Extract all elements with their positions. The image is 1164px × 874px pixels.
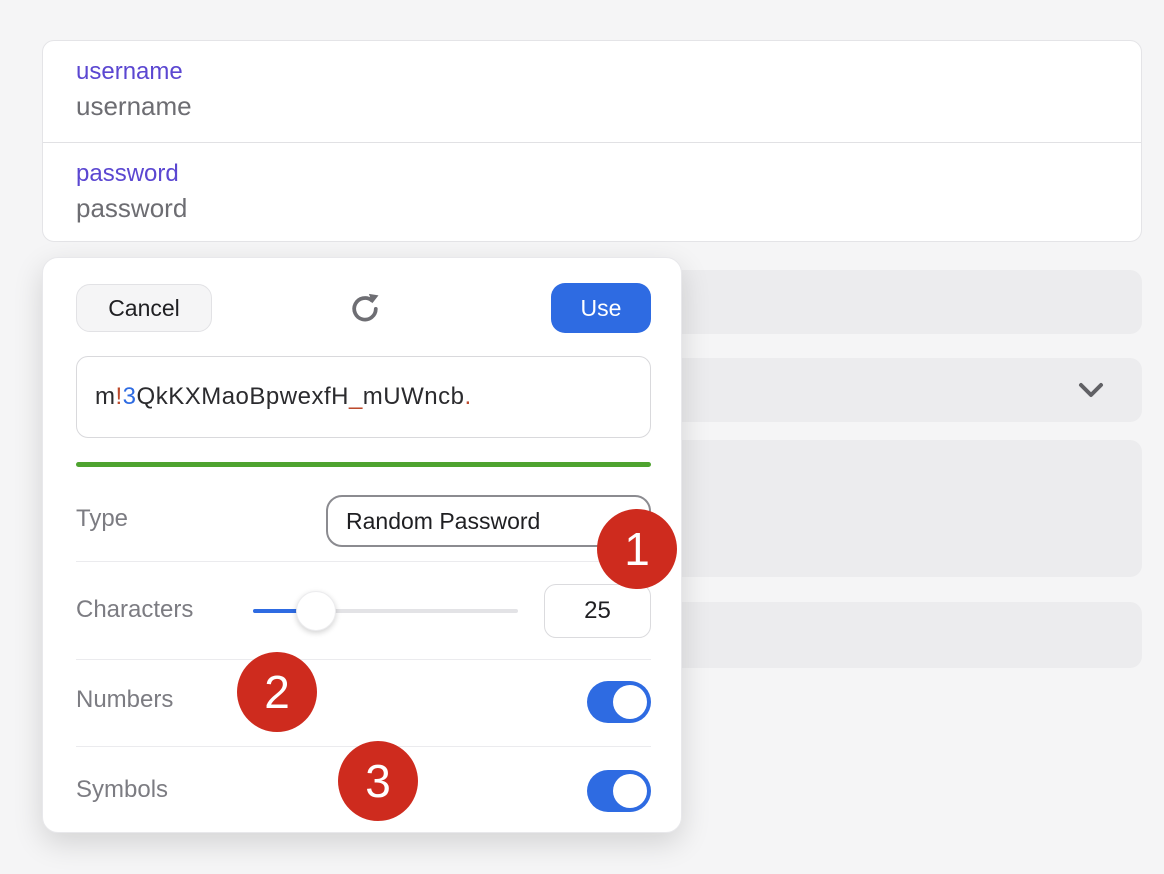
symbols-label: Symbols	[76, 776, 168, 804]
password-segment: mUWncb	[363, 383, 465, 411]
page-background: username username password password Canc…	[0, 0, 1164, 874]
username-suggestion-row[interactable]: username username	[43, 41, 1141, 142]
password-strength-bar	[76, 462, 651, 467]
symbols-toggle[interactable]	[587, 770, 651, 812]
type-label: Type	[76, 505, 128, 533]
row-separator	[76, 659, 651, 660]
password-segment-digit: 3	[123, 383, 137, 411]
slider-fill	[253, 609, 301, 613]
annotation-badge-3: 3	[338, 741, 418, 821]
credential-suggestion-card: username username password password	[42, 40, 1142, 242]
toggle-knob	[613, 685, 647, 719]
username-field-label: username	[76, 58, 183, 86]
password-suggestion-row[interactable]: password password	[43, 142, 1141, 242]
username-field-value: username	[76, 91, 192, 122]
password-segment-symbol: !	[116, 383, 123, 411]
generated-password-field[interactable]: m!3QkKXMaoBpwexfH_mUWncb.	[76, 356, 651, 438]
annotation-badge-2: 2	[237, 652, 317, 732]
numbers-label: Numbers	[76, 686, 173, 714]
password-segment-symbol: _	[349, 383, 363, 411]
characters-label: Characters	[76, 596, 193, 624]
cancel-button[interactable]: Cancel	[76, 284, 212, 332]
numbers-toggle[interactable]	[587, 681, 651, 723]
use-button[interactable]: Use	[551, 283, 651, 333]
row-separator	[76, 561, 651, 562]
password-segment: QkKXMaoBpwexfH	[137, 383, 349, 411]
password-segment: m	[95, 383, 116, 411]
characters-count-input[interactable]: 25	[544, 584, 651, 638]
password-field-value: password	[76, 193, 187, 224]
slider-knob[interactable]	[296, 591, 336, 631]
password-segment-symbol: .	[464, 383, 471, 411]
chevron-down-icon[interactable]	[1078, 382, 1104, 398]
password-type-value: Random Password	[346, 508, 540, 535]
password-field-label: password	[76, 160, 179, 188]
characters-slider[interactable]	[253, 591, 518, 631]
annotation-badge-1: 1	[597, 509, 677, 589]
refresh-icon[interactable]	[347, 290, 383, 326]
toggle-knob	[613, 774, 647, 808]
